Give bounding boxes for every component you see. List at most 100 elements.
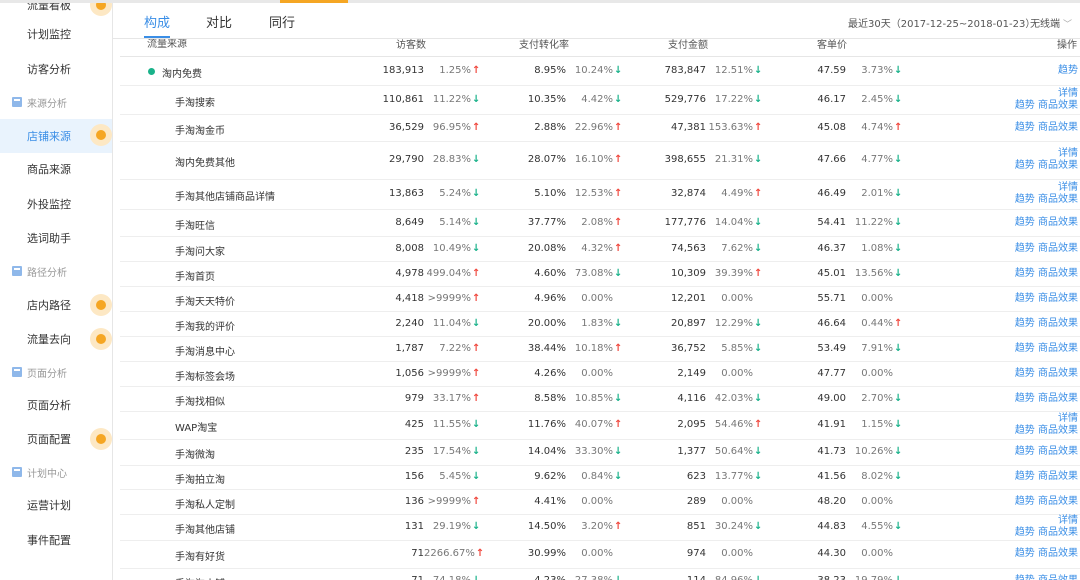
source-name: 手淘问大家: [175, 247, 225, 258]
tab-peers[interactable]: 同行: [269, 12, 295, 38]
goods-effect-link[interactable]: 商品效果: [1038, 293, 1078, 304]
trend-link[interactable]: 趋势: [1015, 268, 1035, 279]
amount-change: 14.04%↓: [706, 217, 763, 228]
arrow-down-icon: ↓: [894, 548, 902, 559]
conversion-value: 4.60%: [534, 268, 566, 279]
detail-link[interactable]: 详情: [1058, 88, 1078, 99]
unit-price-value: 55.71: [817, 293, 846, 304]
trend-link[interactable]: 趋势: [1015, 496, 1035, 507]
amount-value: 1,377: [677, 446, 706, 457]
sidebar-item-external-monitor[interactable]: 外投监控: [0, 188, 112, 220]
row-actions: 趋势 商品效果: [1000, 243, 1078, 255]
goods-effect-link[interactable]: 商品效果: [1038, 217, 1078, 228]
visitors-value: 13,863: [389, 188, 424, 199]
amount-value: 10,309: [671, 268, 706, 279]
goods-effect-link[interactable]: 商品效果: [1038, 575, 1078, 580]
trend-link[interactable]: 趋势: [1015, 122, 1035, 133]
conversion-change-value: 0.00%: [581, 496, 613, 507]
trend-link[interactable]: 趋势: [1015, 343, 1035, 354]
detail-link[interactable]: 详情: [1058, 413, 1078, 424]
expand-bullet-icon[interactable]: [148, 68, 155, 75]
row-actions: 趋势 商品效果: [1000, 471, 1078, 483]
conversion-change-value: 27.38%: [575, 575, 613, 580]
trend-link[interactable]: 趋势: [1058, 65, 1078, 76]
goods-effect-link[interactable]: 商品效果: [1038, 243, 1078, 254]
visitors-value: 1,787: [395, 343, 424, 354]
tab-compare[interactable]: 对比: [206, 12, 232, 38]
unit-price-change-value: 7.91%: [861, 343, 893, 354]
goods-effect-link[interactable]: 商品效果: [1038, 425, 1078, 436]
goods-effect-link[interactable]: 商品效果: [1038, 343, 1078, 354]
detail-link[interactable]: 详情: [1058, 148, 1078, 159]
sidebar-item-in-shop-path[interactable]: 店内路径: [0, 289, 112, 321]
trend-link[interactable]: 趋势: [1015, 100, 1035, 111]
arrow-down-icon: ↓: [614, 471, 623, 482]
device-select[interactable]: 无线端 ﹀: [1030, 15, 1072, 30]
arrow-down-icon: ↓: [754, 496, 762, 507]
sidebar-item-page-config[interactable]: 页面配置: [0, 423, 112, 455]
goods-effect-link[interactable]: 商品效果: [1038, 160, 1078, 171]
conversion-value: 20.08%: [527, 243, 566, 254]
table-row: 手淘有好货712266.67%↑30.99%0.00%↓9740.00%↓44.…: [120, 541, 1080, 569]
detail-link[interactable]: 详情: [1058, 515, 1078, 526]
goods-effect-link[interactable]: 商品效果: [1038, 318, 1078, 329]
visitors-value: 131: [404, 521, 424, 532]
sidebar-item-label: 运营计划: [27, 499, 71, 512]
goods-effect-link[interactable]: 商品效果: [1038, 527, 1078, 538]
trend-link[interactable]: 趋势: [1015, 527, 1035, 538]
col-header-source: 流量来源: [147, 39, 187, 50]
sidebar-item-shop-source[interactable]: 店铺来源: [0, 119, 112, 153]
arrow-up-icon: ↑: [614, 521, 623, 532]
goods-effect-link[interactable]: 商品效果: [1038, 100, 1078, 111]
trend-link[interactable]: 趋势: [1015, 194, 1035, 205]
trend-link[interactable]: 趋势: [1015, 425, 1035, 436]
goods-effect-link[interactable]: 商品效果: [1038, 548, 1078, 559]
conversion-change-value: 12.53%: [574, 188, 613, 199]
goods-effect-link[interactable]: 商品效果: [1038, 268, 1078, 279]
arrow-down-icon: ↓: [614, 94, 623, 105]
goods-effect-link[interactable]: 商品效果: [1038, 194, 1078, 205]
sidebar-item-plan-monitor[interactable]: 计划监控: [0, 18, 112, 50]
sidebar-item-traffic-destination[interactable]: 流量去向: [0, 323, 112, 355]
sidebar-item-keyword-helper[interactable]: 选词助手: [0, 222, 112, 254]
arrow-down-icon: ↓: [614, 65, 623, 76]
amount-change: 0.00%↓: [706, 293, 762, 304]
trend-link[interactable]: 趋势: [1015, 217, 1035, 228]
trend-link[interactable]: 趋势: [1015, 293, 1035, 304]
trend-link[interactable]: 趋势: [1015, 471, 1035, 482]
trend-link[interactable]: 趋势: [1015, 446, 1035, 457]
sidebar-item-operation-plan[interactable]: 运营计划: [0, 489, 112, 521]
unit-price-value: 46.37: [817, 243, 846, 254]
row-actions: 详情趋势 商品效果: [1000, 515, 1078, 539]
goods-effect-link[interactable]: 商品效果: [1038, 471, 1078, 482]
detail-link[interactable]: 详情: [1058, 182, 1078, 193]
goods-effect-link[interactable]: 商品效果: [1038, 496, 1078, 507]
trend-link[interactable]: 趋势: [1015, 575, 1035, 580]
table-row: 手淘其他店铺商品详情 13,863 5.24%↓ 5.10% 12.53%↑ 32,874…: [120, 180, 1080, 210]
new-badge-dot: [90, 294, 112, 316]
source-name: 手淘我的评价: [175, 322, 235, 333]
goods-effect-link[interactable]: 商品效果: [1038, 122, 1078, 133]
tab-composition[interactable]: 构成: [144, 12, 171, 38]
date-range-select[interactable]: 最近30天（2017-12-25~2018-01-23） ﹀: [848, 15, 1047, 30]
amount-change: 12.51%↓: [706, 65, 763, 76]
trend-link[interactable]: 趋势: [1015, 548, 1035, 559]
trend-link[interactable]: 趋势: [1015, 160, 1035, 171]
trend-link[interactable]: 趋势: [1015, 318, 1035, 329]
sidebar-item-event-config[interactable]: 事件配置: [0, 524, 112, 556]
arrow-down-icon: ↓: [754, 217, 763, 228]
goods-effect-link[interactable]: 商品效果: [1038, 368, 1078, 379]
sidebar-item-goods-source[interactable]: 商品来源: [0, 153, 112, 185]
unit-price-change: 19.79%↓: [846, 575, 903, 580]
trend-link[interactable]: 趋势: [1015, 368, 1035, 379]
trend-link[interactable]: 趋势: [1015, 243, 1035, 254]
arrow-down-icon: ↓: [472, 94, 481, 105]
visitors-change: 29.19%↓: [424, 521, 481, 532]
goods-effect-link[interactable]: 商品效果: [1038, 393, 1078, 404]
trend-link[interactable]: 趋势: [1015, 393, 1035, 404]
amount-value: 974: [686, 548, 706, 559]
goods-effect-link[interactable]: 商品效果: [1038, 446, 1078, 457]
row-actions: 趋势 商品效果: [1000, 548, 1078, 560]
sidebar-item-page-analysis[interactable]: 页面分析: [0, 389, 112, 421]
sidebar-item-visitor-analysis[interactable]: 访客分析: [0, 53, 112, 85]
